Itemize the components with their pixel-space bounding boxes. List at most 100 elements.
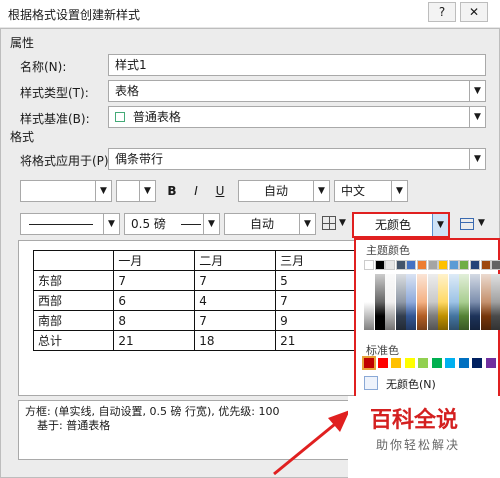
font-color-select[interactable]: 自动 ▼	[238, 180, 330, 202]
table-row: 南部 8 7 9	[32, 310, 357, 331]
bold-button[interactable]: B	[162, 180, 182, 202]
preview-table: 一月 二月 三月 东部 7 7 5 西部 6 4 7 南部 8 7 9 总计 2…	[32, 250, 357, 351]
italic-button[interactable]: I	[186, 180, 206, 202]
theme-color-shades[interactable]	[417, 274, 427, 330]
theme-color-swatch[interactable]	[374, 260, 385, 270]
standard-color-swatch[interactable]	[445, 358, 455, 368]
chevron-down-icon[interactable]: ▼	[203, 214, 219, 234]
standard-colors-label: 标准色	[366, 344, 399, 357]
theme-color-shades[interactable]	[364, 274, 374, 330]
theme-color-shades[interactable]	[459, 274, 470, 330]
table-cell: 三月	[275, 250, 357, 271]
table-cell: 21	[275, 330, 357, 351]
font-color-value: 自动	[263, 184, 288, 198]
chevron-down-icon[interactable]: ▼	[469, 149, 485, 169]
theme-color-shades[interactable]	[395, 274, 406, 330]
theme-color-swatch[interactable]	[480, 260, 491, 270]
no-color-swatch[interactable]	[364, 376, 378, 390]
table-row: 东部 7 7 5	[32, 270, 357, 291]
solid-line-icon	[29, 224, 93, 225]
chevron-down-icon[interactable]: ▼	[469, 81, 485, 101]
borders-icon[interactable]	[322, 216, 336, 230]
table-cell: 7	[113, 270, 196, 291]
theme-color-swatch[interactable]	[438, 260, 449, 270]
chevron-down-icon[interactable]: ▼	[95, 181, 111, 201]
chevron-down-icon[interactable]: ▼	[103, 214, 119, 234]
theme-color-swatch[interactable]	[385, 260, 396, 270]
theme-color-swatch[interactable]	[406, 260, 417, 270]
table-cell: 二月	[194, 250, 277, 271]
theme-color-swatch[interactable]	[491, 260, 500, 270]
close-button[interactable]: ✕	[460, 2, 488, 22]
properties-section-label: 属性	[10, 36, 35, 50]
chevron-down-icon[interactable]: ▼	[478, 218, 485, 228]
chevron-down-icon[interactable]: ▼	[432, 214, 448, 236]
table-cell: 6	[113, 290, 196, 311]
standard-color-row[interactable]	[362, 356, 500, 370]
chevron-down-icon[interactable]: ▼	[139, 181, 155, 201]
shading-select[interactable]: 无颜色 ▼	[352, 212, 450, 238]
standard-color-swatch[interactable]	[431, 358, 442, 368]
window-title: 根据格式设置创建新样式	[8, 8, 141, 22]
table-cell: 21	[113, 330, 196, 351]
theme-color-shades[interactable]	[448, 274, 459, 330]
theme-color-shades[interactable]	[385, 274, 396, 330]
cell-alignment-icon[interactable]	[460, 218, 474, 230]
standard-color-swatch[interactable]	[362, 356, 376, 370]
border-style-select[interactable]: ▼	[20, 213, 120, 235]
standard-color-swatch[interactable]	[391, 358, 401, 368]
chevron-down-icon[interactable]: ▼	[469, 107, 485, 127]
theme-color-swatch[interactable]	[448, 260, 459, 270]
standard-color-swatch[interactable]	[472, 358, 482, 368]
theme-color-grid[interactable]	[364, 260, 500, 332]
theme-color-swatch[interactable]	[417, 260, 427, 270]
theme-color-shades[interactable]	[374, 274, 385, 330]
theme-color-swatch[interactable]	[395, 260, 406, 270]
standard-color-swatch[interactable]	[458, 358, 469, 368]
style-type-label: 样式类型(T):	[20, 86, 89, 100]
style-base-label: 样式基准(B):	[20, 112, 90, 126]
theme-color-swatch[interactable]	[470, 260, 480, 270]
line-sample-icon	[181, 224, 201, 225]
apply-to-value: 偶条带行	[115, 152, 164, 166]
watermark: 百科全说 助你轻松解决	[348, 396, 500, 478]
style-base-select[interactable]: 普通表格 ▼	[108, 106, 486, 128]
theme-color-shades[interactable]	[406, 274, 417, 330]
theme-color-shades[interactable]	[427, 274, 438, 330]
chevron-down-icon[interactable]: ▼	[391, 181, 407, 201]
standard-color-swatch[interactable]	[485, 358, 496, 368]
theme-color-shades[interactable]	[470, 274, 480, 330]
apply-to-select[interactable]: 偶条带行 ▼	[108, 148, 486, 170]
no-color-option[interactable]: 无颜色(N)	[386, 376, 436, 392]
font-name-select[interactable]: ▼	[20, 180, 112, 202]
chevron-down-icon[interactable]: ▼	[339, 218, 346, 228]
chevron-down-icon[interactable]: ▼	[299, 214, 315, 234]
chevron-down-icon[interactable]: ▼	[313, 181, 329, 201]
table-cell: 东部	[32, 270, 115, 291]
theme-color-shades[interactable]	[438, 274, 449, 330]
theme-color-swatch[interactable]	[459, 260, 470, 270]
standard-color-swatch[interactable]	[377, 358, 388, 368]
table-cell	[32, 250, 115, 271]
theme-color-shades[interactable]	[480, 274, 491, 330]
help-button[interactable]: ?	[428, 2, 456, 22]
theme-color-swatch[interactable]	[364, 260, 374, 270]
table-cell: 7	[275, 290, 357, 311]
theme-color-swatch[interactable]	[427, 260, 438, 270]
border-color-select[interactable]: 自动 ▼	[224, 213, 316, 235]
table-cell: 4	[194, 290, 277, 311]
table-cell: 总计	[32, 330, 115, 351]
table-cell: 一月	[113, 250, 196, 271]
script-select[interactable]: 中文 ▼	[334, 180, 408, 202]
standard-color-swatch[interactable]	[418, 358, 428, 368]
theme-color-shades[interactable]	[491, 274, 500, 330]
style-type-select[interactable]: 表格 ▼	[108, 80, 486, 102]
name-input[interactable]: 样式1	[108, 54, 486, 76]
standard-color-swatch[interactable]	[404, 358, 415, 368]
font-size-select[interactable]: ▼	[116, 180, 156, 202]
table-cell: 9	[275, 310, 357, 331]
border-weight-select[interactable]: 0.5 磅 ▼	[124, 213, 220, 235]
table-cell: 5	[275, 270, 357, 291]
underline-button[interactable]: U	[210, 180, 230, 202]
theme-colors-label: 主题颜色	[366, 244, 410, 257]
